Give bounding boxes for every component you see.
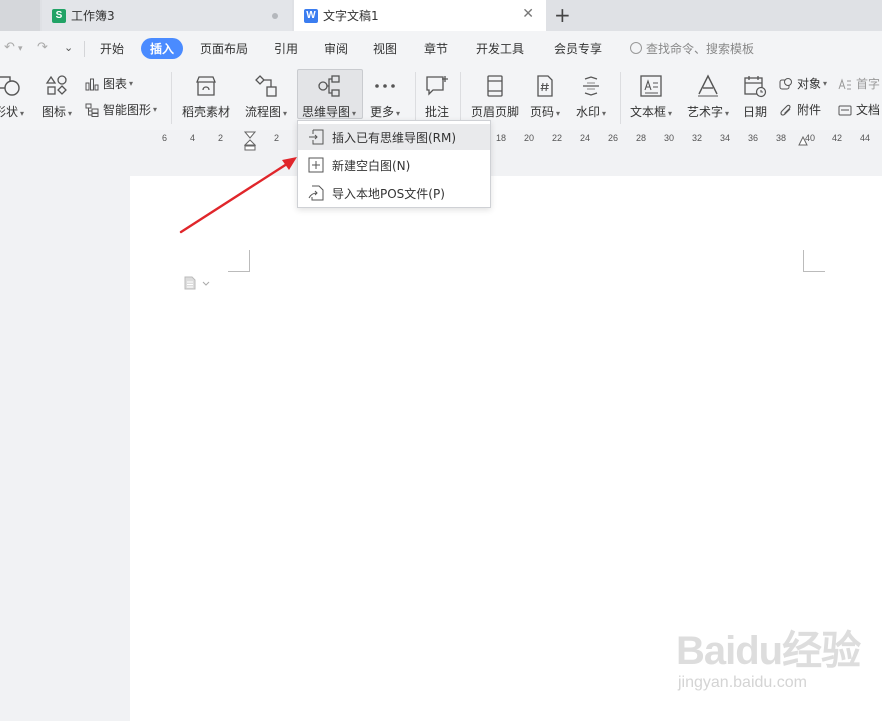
- annotation-arrow-icon: [179, 157, 297, 234]
- watermark-logo-text: Baidu经验: [676, 629, 861, 673]
- baidu-watermark: Baidu经验 jingyan.baidu.com: [676, 618, 876, 718]
- watermark-url-text: jingyan.baidu.com: [678, 674, 807, 691]
